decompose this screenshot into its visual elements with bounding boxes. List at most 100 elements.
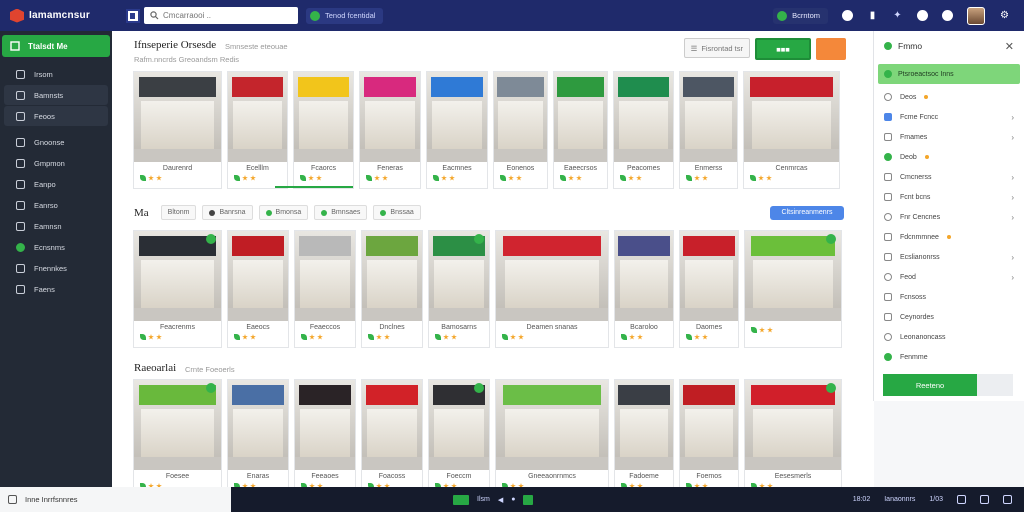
avatar[interactable] [967,6,985,25]
sidebar-item-9[interactable]: Ecnsnms [4,237,108,257]
panel-secondary-button[interactable] [977,374,1013,396]
sidebar-item-3[interactable]: Feoos [4,106,108,126]
panel-item[interactable]: Fenmme [874,347,1024,367]
sidebar-header[interactable]: Ttalsdt Me [2,35,110,57]
badge-icon [474,383,484,393]
panel-item[interactable]: Deob [874,147,1024,167]
store-card[interactable]: Peacomes [614,72,673,188]
apply-filter-button[interactable]: Cltsinreanmenrs [770,205,844,220]
panel-item[interactable]: Fmames › [874,127,1024,147]
panel-item-active[interactable]: Ptsroeactsoc Inns [878,64,1020,84]
rating [502,334,602,340]
panel-item[interactable]: Ecslianonrss › [874,247,1024,267]
panel-item[interactable]: Cmcnerss › [874,167,1024,187]
store-card[interactable]: Feacrenms [134,231,221,347]
sidebar-item-label: Eamnsn [34,221,62,231]
store-card[interactable]: Daurenrd [134,72,221,188]
search-box[interactable] [144,7,298,24]
settings-icon[interactable]: ⚙ [999,10,1010,21]
store-card[interactable]: Fcaorcs [294,72,353,188]
primary-button[interactable]: ■■■ [755,38,811,60]
star-icon [568,175,574,181]
workspace-chip-label: Bcrntom [792,11,820,20]
store-thumbnail [228,231,288,321]
search-input[interactable] [163,11,283,20]
sort-button[interactable]: ☰ Fisrontad tsr [683,38,750,58]
star-icon [510,334,516,340]
sidebar-item-10[interactable]: Fnennkes [4,258,108,278]
prev-icon[interactable]: ◀ [498,496,503,504]
filter-pill[interactable]: Tenod fcentidal [306,7,384,24]
play-icon[interactable]: ● [511,496,515,503]
sidebar-item-11[interactable]: Faens [4,279,108,299]
store-card[interactable]: Foesee [134,380,221,496]
store-thumbnail [134,380,221,470]
monitor-icon[interactable] [980,495,989,504]
store-card[interactable]: Gneeaonrnmcs [496,380,608,496]
store-card[interactable]: Feeaoes [295,380,355,496]
store-card-caption: Peacomes [626,165,661,172]
panel-item[interactable]: Fnr Cencnes › [874,207,1024,227]
store-card[interactable]: Feaeccos [295,231,355,347]
layout-toggle-icon[interactable] [126,8,140,23]
filter-chip-4[interactable]: Bmnsaes [314,205,368,220]
view-toggle-button[interactable] [816,38,846,60]
store-card[interactable]: Foemos [680,380,738,496]
store-card[interactable] [745,231,841,347]
sidebar-item-2[interactable]: Bamnsts [4,85,108,105]
panel-item[interactable]: Deos [874,87,1024,107]
store-card[interactable]: Eaeecrsos [554,72,607,188]
sidebar-item-1[interactable]: Irsom [4,64,108,84]
store-card[interactable]: Eonenos [494,72,547,188]
store-card[interactable]: Bcaroloo [615,231,673,347]
sidebar-item-8[interactable]: Eamnsn [4,216,108,236]
leaf-icon [234,334,240,340]
camera-icon[interactable] [842,10,853,21]
store-card[interactable]: Eacmnes [427,72,487,188]
filter-chip-3[interactable]: Bmonsa [258,205,309,220]
expand-icon[interactable] [1003,495,1012,504]
panel-item[interactable]: Leonanoncass [874,327,1024,347]
store-card[interactable]: Foeccm [429,380,489,496]
panel-item[interactable]: Fcnsoss [874,287,1024,307]
store-thumbnail [680,231,738,321]
panel-item[interactable]: Fcnt bcns › [874,187,1024,207]
green-square-icon[interactable] [453,494,469,505]
store-card-caption: Ecelllm [246,165,269,172]
next-icon[interactable] [523,494,534,505]
store-card[interactable]: Ecelllm [228,72,287,188]
store-card[interactable]: Foacoss [362,380,422,496]
sidebar-item-4[interactable]: Gnoonse [4,132,108,152]
store-card[interactable]: Enmerss [680,72,737,188]
sidebar-item-6[interactable]: Eanpo [4,174,108,194]
panel-item[interactable]: Ceynordes [874,307,1024,327]
store-card[interactable]: Feneras [360,72,420,188]
bell-icon[interactable] [942,10,953,21]
panel-item[interactable]: Fcme Fcncc › [874,107,1024,127]
store-card[interactable]: Bamosarns [429,231,489,347]
sparkle-icon[interactable]: ✦ [892,10,903,21]
store-card[interactable]: Enaras [228,380,288,496]
store-card[interactable]: Cenmrcas [744,72,839,188]
panel-item[interactable]: Feod › [874,267,1024,287]
filter-chip-2[interactable]: Banrsna [202,205,253,220]
store-card-caption: Fadoeme [629,473,659,480]
store-card[interactable]: Daomes [680,231,738,347]
workspace-chip[interactable]: Bcrntom [773,7,828,24]
panel-cta-button[interactable]: Reeteno [883,374,977,396]
sidebar-item-7[interactable]: Eanrso [4,195,108,215]
store-card[interactable]: Eaeocs [228,231,288,347]
bookmark-icon[interactable]: ▮ [867,10,878,21]
sidebar-item-5[interactable]: Gmpmon [4,153,108,173]
panel-item[interactable]: Fdcnmmnee [874,227,1024,247]
store-card[interactable]: Eesesmerls [745,380,841,496]
window-icon[interactable] [957,495,966,504]
store-card[interactable]: Dnclnes [362,231,422,347]
store-card[interactable]: Fadoeme [615,380,673,496]
app-logo[interactable]: Iamamcnsur [0,8,112,23]
globe-icon[interactable] [917,10,928,21]
store-card[interactable]: Deamen snanas [496,231,608,347]
filter-chip-1[interactable]: Bltonm [160,205,197,220]
close-icon[interactable]: ✕ [1005,40,1014,53]
filter-chip-5[interactable]: Bnssaa [373,205,421,220]
